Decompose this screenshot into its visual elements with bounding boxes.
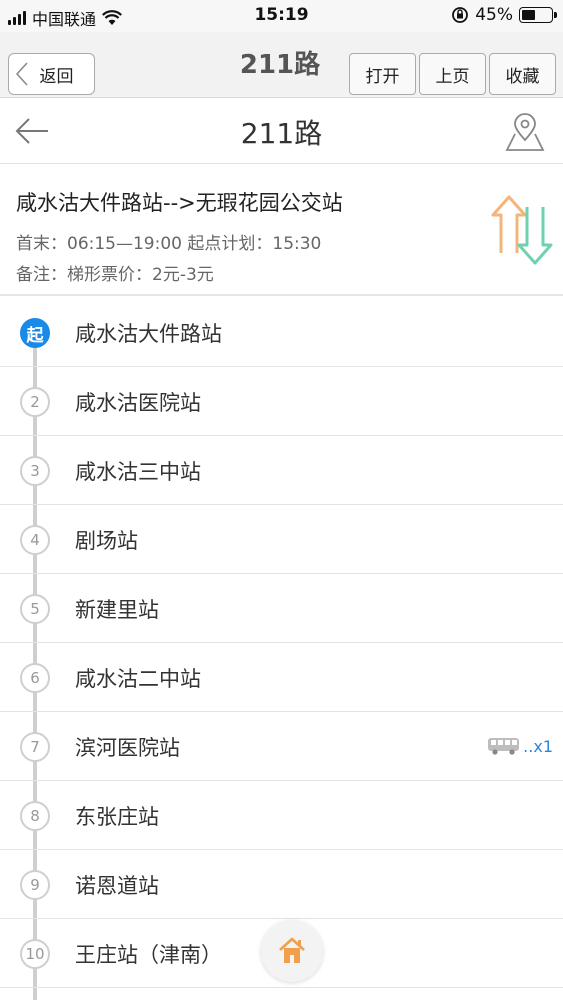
app-bar: 返回 211路 打开 上页 收藏	[0, 32, 563, 98]
chevron-left-icon	[15, 62, 28, 86]
open-button[interactable]: 打开	[349, 53, 416, 95]
back-button[interactable]: 返回	[8, 53, 95, 95]
map-pin-icon[interactable]	[503, 112, 547, 152]
stop-name: 咸水沽医院站	[75, 391, 201, 415]
stop-row[interactable]: 9 诺恩道站	[0, 850, 563, 919]
stop-row[interactable]: 起 咸水沽大件路站	[0, 298, 563, 367]
stop-name: 诺恩道站	[75, 874, 159, 898]
stop-number: 5	[20, 594, 50, 624]
stop-number: 10	[20, 939, 50, 969]
stop-number: 8	[20, 801, 50, 831]
bus-icon	[488, 738, 520, 755]
start-badge: 起	[20, 318, 50, 348]
stop-row[interactable]: 3 咸水沽三中站	[0, 436, 563, 505]
home-icon	[279, 937, 305, 963]
stop-name: 咸水沽二中站	[75, 667, 201, 691]
stop-number: 4	[20, 525, 50, 555]
stop-row[interactable]: 6 咸水沽二中站	[0, 643, 563, 712]
stop-name: 新建里站	[75, 598, 159, 622]
stop-row[interactable]: 8 东张庄站	[0, 781, 563, 850]
home-button[interactable]	[261, 920, 323, 982]
stop-number: 2	[20, 387, 50, 417]
stop-name: 王庄站（津南）	[75, 943, 222, 967]
stop-name: 咸水沽三中站	[75, 460, 201, 484]
route-info: 咸水沽大件路站-->无瑕花园公交站 首末：06:15—19:00 起点计划：15…	[0, 165, 563, 296]
route-hours: 首末：06:15—19:00 起点计划：15:30	[16, 234, 322, 254]
stop-number: 6	[20, 663, 50, 693]
app-title: 211路	[239, 50, 321, 80]
favorite-button[interactable]: 收藏	[489, 53, 556, 95]
battery-icon	[519, 7, 557, 23]
status-right: 45%	[451, 5, 557, 25]
stop-row[interactable]: 4 剧场站	[0, 505, 563, 574]
swap-direction-icon[interactable]	[491, 193, 553, 267]
status-bar: 中国联通 15:19 45%	[0, 0, 563, 32]
stop-number: 7	[20, 732, 50, 762]
stop-row[interactable]: 2 咸水沽医院站	[0, 367, 563, 436]
back-button-label: 返回	[39, 66, 74, 87]
page-title: 211路	[240, 117, 323, 150]
stop-name: 咸水沽大件路站	[75, 322, 222, 346]
stop-list: 起 咸水沽大件路站 2 咸水沽医院站 3 咸水沽三中站 4 剧场站 5 新建里站 6 咸水沽二中站 7 滨…	[0, 298, 563, 1000]
stop-row[interactable]: 5 新建里站	[0, 574, 563, 643]
route-direction: 咸水沽大件路站-->无瑕花园公交站	[16, 191, 343, 215]
stop-number: 3	[20, 456, 50, 486]
bus-indicator[interactable]: ..x1	[487, 736, 553, 756]
stop-name: 东张庄站	[75, 805, 159, 829]
rotation-lock-icon	[452, 7, 469, 23]
stop-name: 滨河医院站	[75, 736, 180, 760]
previous-page-button[interactable]: 上页	[419, 53, 486, 95]
page-header: 211路	[0, 98, 563, 164]
arrow-left-icon[interactable]	[14, 116, 50, 146]
stop-row[interactable]: 7 滨河医院站 ..x1	[0, 712, 563, 781]
route-note: 备注：梯形票价：2元-3元	[16, 265, 214, 285]
stop-number: 9	[20, 870, 50, 900]
stop-name: 剧场站	[75, 529, 138, 553]
battery-percent: 45%	[475, 5, 513, 25]
bus-count: ..x1	[523, 736, 553, 756]
